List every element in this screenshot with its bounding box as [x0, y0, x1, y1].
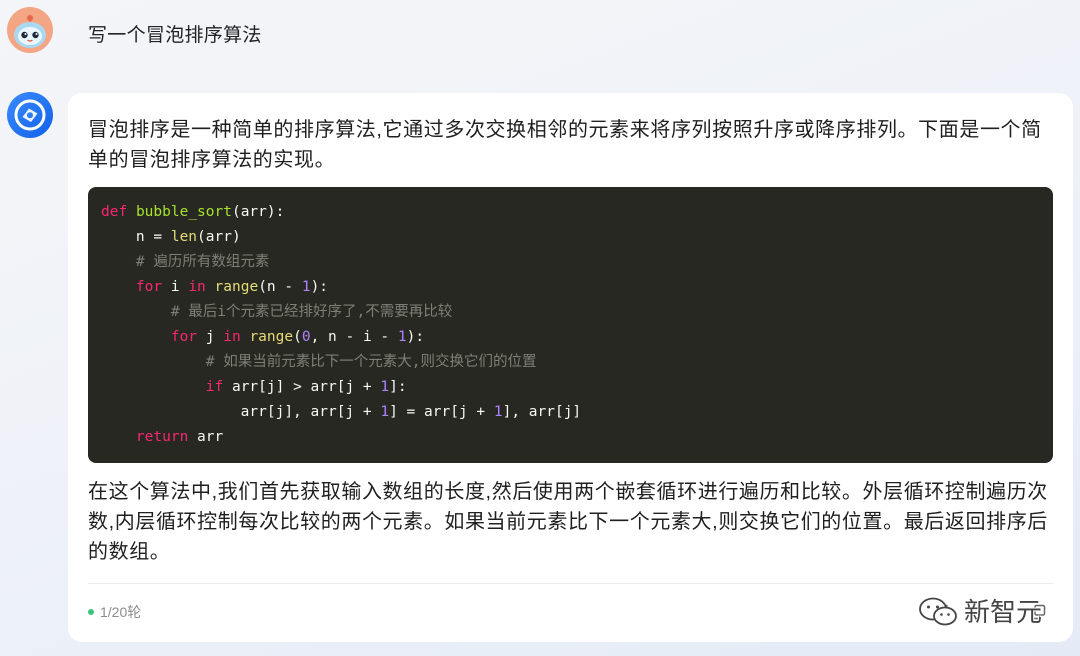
- code-token-plain: , n - i -: [310, 329, 398, 345]
- code-token-keyword: in: [188, 279, 206, 295]
- assistant-intro-text: 冒泡排序是一种简单的排序算法,它通过多次交换相邻的元素来将序列按照升序或降序排列…: [88, 119, 1042, 171]
- code-token-builtin: len: [170, 229, 198, 245]
- code-token-plain: (arr): [197, 229, 241, 245]
- code-line: # 遍历所有数组元素: [101, 250, 1040, 275]
- code-token-keyword: for: [170, 329, 198, 345]
- code-line: # 最后i个元素已经排好序了,不需要再比较: [101, 300, 1040, 325]
- assistant-explanation-text: 在这个算法中,我们首先获取输入数组的长度,然后使用两个嵌套循环进行遍历和比较。外…: [88, 481, 1048, 563]
- code-token-plain: arr[j] > arr[j +: [223, 379, 381, 395]
- code-block: def bubble_sort(arr): n = len(arr) # 遍历所…: [88, 187, 1053, 463]
- status-dot-icon: [88, 609, 94, 615]
- code-line: return arr: [101, 425, 1040, 450]
- user-mascot-icon: [7, 7, 53, 53]
- code-token-keyword: in: [223, 329, 241, 345]
- code-token-plain: i: [162, 279, 189, 295]
- wechat-icon: [918, 597, 960, 627]
- code-line: n = len(arr): [101, 225, 1040, 250]
- code-token-keyword: def: [101, 204, 128, 220]
- user-message: 写一个冒泡排序算法: [88, 25, 262, 46]
- assistant-avatar: [7, 92, 53, 138]
- code-token-number: 1: [380, 379, 390, 395]
- code-token-keyword: for: [135, 279, 163, 295]
- code-token-plain: ):: [310, 279, 329, 295]
- code-token-plain: n =: [101, 229, 171, 245]
- code-line: if arr[j] > arr[j + 1]:: [101, 375, 1040, 400]
- code-token-number: 0: [301, 329, 311, 345]
- code-line: for i in range(n - 1):: [101, 275, 1040, 300]
- code-token-keyword: return: [135, 429, 189, 445]
- code-token-plain: ], arr[j]: [502, 404, 582, 420]
- code-token-plain: (: [293, 329, 302, 345]
- code-token-keyword: if: [205, 379, 224, 395]
- code-token-comment: # 遍历所有数组元素: [135, 254, 270, 270]
- code-line: arr[j], arr[j + 1] = arr[j + 1], arr[j]: [101, 400, 1040, 425]
- assistant-message-card: 冒泡排序是一种简单的排序算法,它通过多次交换相邻的元素来将序列按照升序或降序排列…: [68, 93, 1073, 642]
- code-line: for j in range(0, n - i - 1):: [101, 325, 1040, 350]
- code-token-function: bubble_sort: [135, 204, 232, 220]
- code-token-plain: j: [197, 329, 224, 345]
- code-token-comment: # 如果当前元素比下一个元素大,则交换它们的位置: [205, 354, 537, 370]
- code-token-plain: (arr):: [231, 204, 285, 220]
- user-avatar: [7, 7, 53, 53]
- code-token-plain: ] = arr[j +: [389, 404, 494, 420]
- code-token-plain: arr: [188, 429, 224, 445]
- code-token-plain: ]:: [389, 379, 407, 395]
- code-token-plain: (n -: [258, 279, 302, 295]
- round-counter: 1/20轮: [100, 604, 142, 620]
- code-token-builtin: range: [214, 279, 259, 295]
- assistant-logo-icon: [7, 92, 53, 138]
- code-token-number: 1: [397, 329, 407, 345]
- code-token-builtin: range: [249, 329, 294, 345]
- code-token-number: 1: [493, 404, 503, 420]
- code-token-number: 1: [301, 279, 311, 295]
- code-token-plain: ):: [406, 329, 425, 345]
- footer-divider: [88, 583, 1053, 584]
- code-line: def bubble_sort(arr):: [101, 200, 1040, 225]
- code-token-plain: arr[j], arr[j +: [101, 404, 381, 420]
- code-token-comment: # 最后i个元素已经排好序了,不需要再比较: [170, 304, 453, 320]
- code-line: # 如果当前元素比下一个元素大,则交换它们的位置: [101, 350, 1040, 375]
- watermark-text: 新智元: [964, 597, 1043, 627]
- code-token-number: 1: [380, 404, 390, 420]
